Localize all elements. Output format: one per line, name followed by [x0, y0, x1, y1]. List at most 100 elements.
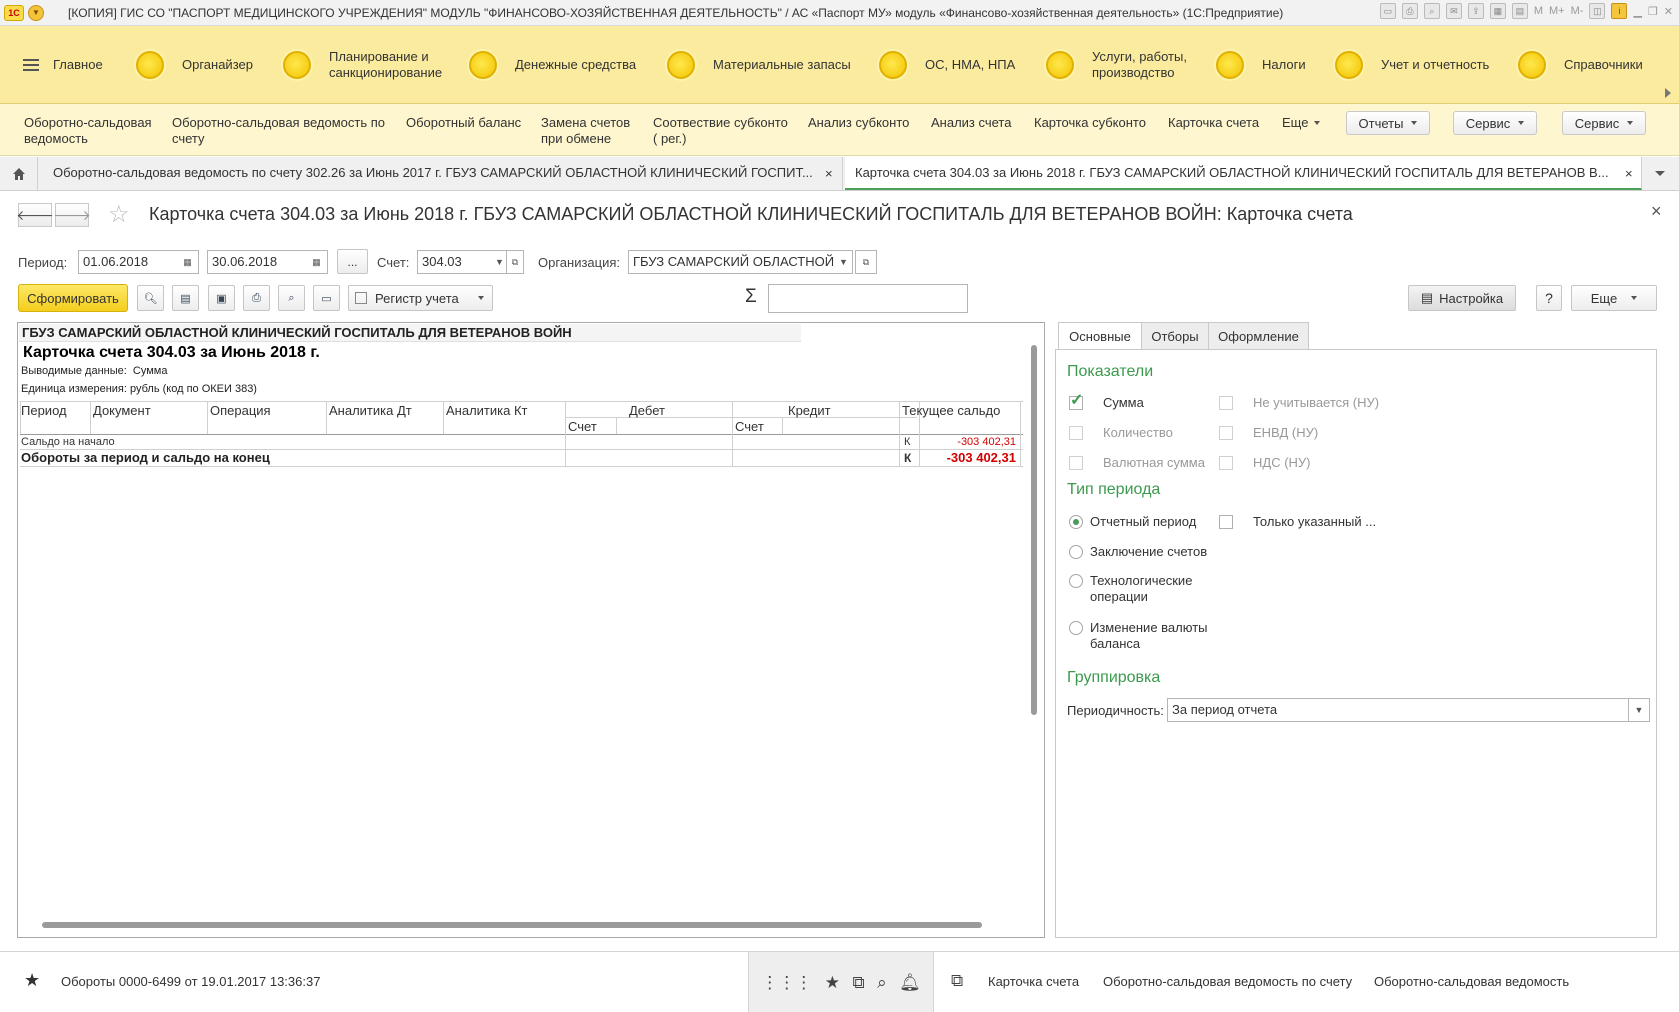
- preview-button-icon[interactable]: ⌕: [278, 285, 305, 311]
- horizontal-scrollbar[interactable]: [26, 920, 1026, 930]
- menu-burger-icon[interactable]: [23, 58, 39, 71]
- memory-button[interactable]: M: [1534, 5, 1543, 17]
- settings-button[interactable]: ▤ Настройка: [1408, 285, 1516, 311]
- help-button[interactable]: ?: [1536, 285, 1562, 311]
- date-to-input[interactable]: 30.06.2018: [207, 250, 307, 274]
- chevron-down-icon[interactable]: ▼: [835, 250, 853, 274]
- open-account-icon[interactable]: ⧉: [506, 250, 524, 274]
- favorite-star-icon[interactable]: ☆: [108, 200, 130, 229]
- vat-checkbox[interactable]: [1219, 456, 1233, 470]
- action-tsv-account[interactable]: Оборотно-сальдовая ведомость по счету: [172, 115, 392, 147]
- open-icon[interactable]: ⇪: [1467, 3, 1484, 19]
- panels-icon[interactable]: ◫: [1589, 3, 1606, 19]
- print-icon[interactable]: ⎙: [1401, 3, 1418, 19]
- back-button[interactable]: 🡐: [16, 203, 54, 227]
- section-planning[interactable]: Планирование и санкционирование: [283, 26, 469, 104]
- forward-button[interactable]: 🡒: [53, 203, 91, 227]
- home-icon[interactable]: [0, 157, 38, 190]
- service-button-1[interactable]: Сервис: [1453, 111, 1537, 135]
- tab-close-icon[interactable]: ×: [825, 166, 833, 181]
- action-tsv[interactable]: Оборотно-сальдовая ведомость: [24, 115, 154, 147]
- tab-main[interactable]: Основные: [1058, 322, 1142, 350]
- more-button[interactable]: Еще: [1571, 285, 1657, 311]
- radio-tech-operations[interactable]: [1069, 574, 1083, 588]
- action-replace-accounts[interactable]: Замена счетов при обмене: [541, 115, 641, 147]
- reports-button[interactable]: Отчеты: [1346, 111, 1430, 135]
- action-subconto-analysis[interactable]: Анализ субконто: [808, 115, 909, 131]
- expand-groups-icon[interactable]: ▤: [172, 285, 199, 311]
- chevron-down-icon[interactable]: ▼: [1628, 698, 1650, 722]
- action-subconto-card[interactable]: Карточка субконто: [1034, 115, 1146, 131]
- section-inventory[interactable]: Материальные запасы: [667, 26, 879, 104]
- section-fixed-assets[interactable]: ОС, НМА, НПА: [879, 26, 1046, 104]
- report-spreadsheet[interactable]: ГБУЗ САМАРСКИЙ ОБЛАСТНОЙ КЛИНИЧЕСКИЙ ГОС…: [17, 322, 1045, 938]
- not-accounted-checkbox[interactable]: [1219, 396, 1233, 410]
- print-button-icon[interactable]: ⎙: [243, 285, 270, 311]
- radio-closing-accounts[interactable]: [1069, 545, 1083, 559]
- memory-plus-button[interactable]: M+: [1549, 5, 1565, 17]
- mail-icon[interactable]: ✉: [1445, 3, 1462, 19]
- action-subconto-match[interactable]: Соотвествие субконто ( рег.): [653, 115, 793, 147]
- section-main[interactable]: Главное: [53, 26, 136, 104]
- window-close-icon[interactable]: ✕: [1664, 5, 1673, 18]
- only-specified-checkbox[interactable]: [1219, 515, 1233, 529]
- periodicity-select[interactable]: За период отчета: [1167, 698, 1629, 722]
- section-organizer[interactable]: Органайзер: [136, 26, 283, 104]
- action-more[interactable]: Еще: [1282, 115, 1321, 131]
- bottom-link-tsv[interactable]: Оборотно-сальдовая ведомость: [1374, 974, 1569, 989]
- action-account-analysis[interactable]: Анализ счета: [931, 115, 1011, 131]
- info-icon[interactable]: i: [1611, 3, 1628, 19]
- tab-account-card-304-03[interactable]: Карточка счета 304.03 за Июнь 2018 г. ГБ…: [845, 157, 1642, 190]
- bottom-link-account-card[interactable]: Карточка счета: [988, 974, 1079, 989]
- calendar-icon[interactable]: ▦: [177, 250, 199, 274]
- radio-report-period[interactable]: [1069, 515, 1083, 529]
- radio-currency-change[interactable]: [1069, 621, 1083, 635]
- collapse-groups-icon[interactable]: ▣: [208, 285, 235, 311]
- all-functions-icon[interactable]: ⋮⋮⋮: [761, 973, 812, 993]
- history-link[interactable]: Обороты 0000-6499 от 19.01.2017 13:36:37: [61, 974, 320, 989]
- save-file-icon[interactable]: ▭: [313, 285, 340, 311]
- bottom-link-tsv-account[interactable]: Оборотно-сальдовая ведомость по счету: [1103, 974, 1352, 989]
- section-money[interactable]: Денежные средства: [469, 26, 667, 104]
- search-icon[interactable]: ⌕: [877, 973, 887, 993]
- tab-close-icon[interactable]: ×: [1625, 166, 1633, 181]
- tab-tsv-302-26[interactable]: Оборотно-сальдовая ведомость по счету 30…: [43, 157, 843, 190]
- tab-appearance[interactable]: Оформление: [1208, 322, 1309, 350]
- favorites-icon[interactable]: ★: [825, 973, 840, 993]
- quantity-checkbox[interactable]: [1069, 426, 1083, 440]
- section-services[interactable]: Услуги, работы, производство: [1046, 26, 1216, 104]
- calendar-icon[interactable]: ▦: [306, 250, 328, 274]
- sections-scroll-right-icon[interactable]: [1665, 88, 1671, 98]
- restore-icon[interactable]: ❐: [1648, 5, 1658, 18]
- envd-checkbox[interactable]: [1219, 426, 1233, 440]
- service-button-2[interactable]: Сервис: [1562, 111, 1646, 135]
- register-button[interactable]: Регистр учета: [348, 285, 493, 311]
- period-select-button[interactable]: ...: [337, 249, 368, 274]
- memory-minus-button[interactable]: M-: [1571, 5, 1584, 17]
- minimize-icon[interactable]: ▁: [1633, 5, 1641, 18]
- action-account-card[interactable]: Карточка счета: [1168, 115, 1259, 131]
- tabs-list-icon[interactable]: [1655, 171, 1665, 176]
- history-star-icon[interactable]: ★: [24, 970, 40, 991]
- date-from-input[interactable]: 01.06.2018: [78, 250, 178, 274]
- find-icon[interactable]: 🔍︎: [137, 285, 164, 311]
- main-menu-icon[interactable]: ▼: [28, 4, 44, 21]
- preview-icon[interactable]: ⌕: [1423, 3, 1440, 19]
- save-icon[interactable]: ▭: [1379, 3, 1396, 19]
- section-accounting[interactable]: Учет и отчетность: [1335, 26, 1518, 104]
- generate-button[interactable]: Сформировать: [18, 284, 128, 312]
- vertical-scrollbar[interactable]: [1029, 331, 1039, 901]
- calendar-icon[interactable]: ▤: [1511, 3, 1528, 19]
- history-icon[interactable]: ⧉: [852, 973, 864, 993]
- action-turnover-balance[interactable]: Оборотный баланс: [406, 115, 521, 131]
- section-taxes[interactable]: Налоги: [1216, 26, 1335, 104]
- currency-sum-checkbox[interactable]: [1069, 456, 1083, 470]
- organization-input[interactable]: ГБУЗ САМАРСКИЙ ОБЛАСТНОЙ: [628, 250, 836, 274]
- calculator-icon[interactable]: ▦: [1489, 3, 1506, 19]
- account-input[interactable]: 304.03: [417, 250, 490, 274]
- form-close-icon[interactable]: ×: [1651, 201, 1662, 222]
- notifications-bell-icon[interactable]: 🔔︎: [899, 973, 921, 993]
- section-directories[interactable]: Справочники: [1518, 26, 1668, 104]
- open-organization-icon[interactable]: ⧉: [855, 250, 877, 274]
- tab-filters[interactable]: Отборы: [1141, 322, 1209, 350]
